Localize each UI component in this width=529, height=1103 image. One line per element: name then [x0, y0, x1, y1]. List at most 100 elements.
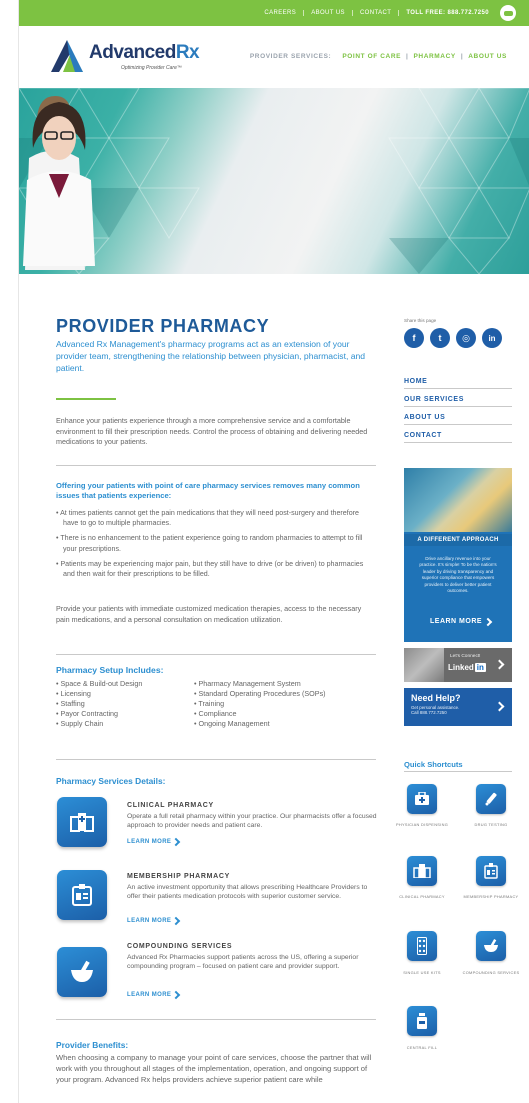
- share-label: Share this page: [404, 318, 437, 323]
- shortcut-label[interactable]: COMPOUNDING SERVICES: [461, 970, 521, 975]
- benefits-paragraph: When choosing a company to manage your p…: [56, 1053, 372, 1084]
- service-description: Operate a full retail pharmacy within yo…: [127, 813, 377, 830]
- pharmacist-foreground-image: [23, 102, 95, 266]
- intro-paragraph: Enhance your patients experience through…: [56, 416, 368, 446]
- section-divider: [56, 654, 376, 655]
- issues-list: • At times patients cannot get the pain …: [56, 508, 376, 584]
- chevron-right-icon: [494, 701, 505, 712]
- handshake-image: [404, 648, 444, 682]
- mortar-pestle-icon[interactable]: [476, 931, 506, 961]
- need-help-banner[interactable]: Need Help? Get personal assistance. Call …: [404, 688, 512, 726]
- building-icon[interactable]: [407, 856, 437, 886]
- contact-link[interactable]: CONTACT: [353, 10, 400, 16]
- id-badge-icon[interactable]: [476, 856, 506, 886]
- list-item: • Training: [194, 699, 225, 708]
- pill-pack-icon[interactable]: [407, 931, 437, 961]
- list-item: • Patients may be experiencing major pai…: [56, 559, 364, 579]
- list-item: • Supply Chain: [56, 719, 104, 728]
- section-divider: [56, 1019, 376, 1020]
- careers-link[interactable]: CAREERS: [257, 10, 305, 16]
- promo-text: Drive ancillary revenue into your practi…: [419, 556, 497, 594]
- sidebar-item-home[interactable]: HOME: [404, 378, 512, 389]
- quick-shortcuts-heading: Quick Shortcuts: [404, 760, 463, 769]
- nav-point-of-care[interactable]: POINT OF CARE: [337, 53, 406, 60]
- services-heading: Pharmacy Services Details:: [56, 776, 166, 786]
- service-title: COMPOUNDING SERVICES: [127, 943, 233, 950]
- service-description: An active investment opportunity that al…: [127, 884, 368, 901]
- chevron-right-icon: [494, 659, 505, 670]
- benefits-heading: Provider Benefits:: [56, 1040, 129, 1050]
- compounding-services-icon[interactable]: [57, 947, 107, 997]
- promo-title: A DIFFERENT APPROACH: [404, 534, 512, 546]
- chevron-right-icon: [172, 990, 181, 1000]
- sidebar-item-contact[interactable]: CONTACT: [404, 432, 512, 443]
- toll-free-phone[interactable]: TOLL FREE: 888.772.7250: [399, 10, 496, 16]
- help-phone: Call 888.772.7250: [411, 710, 447, 716]
- page-title: PROVIDER PHARMACY: [56, 316, 270, 336]
- logo-word-advanced: Advanced: [89, 42, 176, 63]
- sidebar-item-about-us[interactable]: ABOUT US: [404, 414, 512, 425]
- learn-more-link[interactable]: LEARN MORE: [127, 916, 181, 926]
- chat-icon[interactable]: [500, 5, 516, 21]
- list-item: • Ongoing Management: [194, 719, 270, 728]
- instagram-icon[interactable]: ◎: [456, 328, 476, 348]
- about-us-link[interactable]: ABOUT US: [304, 10, 353, 16]
- medical-kit-icon[interactable]: [407, 784, 437, 814]
- learn-more-link[interactable]: LEARN MORE: [127, 990, 181, 1000]
- title-divider: [56, 398, 116, 400]
- pill-organizer-image: [404, 468, 512, 532]
- setup-heading: Pharmacy Setup Includes:: [56, 665, 164, 675]
- sidebar-item-our-services[interactable]: OUR SERVICES: [404, 396, 512, 407]
- advancedrx-logo[interactable]: AdvancedRx Optimizing Provider Care™: [49, 36, 200, 78]
- shortcut-label[interactable]: DRUG TESTING: [461, 822, 521, 827]
- issues-heading: Offering your patients with point of car…: [56, 481, 360, 500]
- promo-learn-more-link[interactable]: LEARN MORE: [430, 617, 493, 626]
- logo-word-rx: Rx: [175, 42, 200, 63]
- list-item: • Space & Build-out Design: [56, 679, 143, 688]
- setup-list-left: • Space & Build-out Design • Licensing •…: [56, 679, 142, 729]
- linkedin-icon[interactable]: in: [482, 328, 502, 348]
- linkedin-logo: Linked in: [448, 663, 486, 672]
- list-item: • Payor Contracting: [56, 709, 119, 718]
- shortcut-label[interactable]: MEMBERSHIP PHARMACY: [461, 894, 521, 899]
- chevron-right-icon: [172, 916, 181, 926]
- site-header: AdvancedRx Optimizing Provider Care™ PRO…: [19, 26, 529, 88]
- nav-pharmacy[interactable]: PHARMACY: [408, 53, 460, 60]
- setup-list-right: • Pharmacy Management System • Standard …: [194, 679, 326, 729]
- shortcut-label[interactable]: CLINICAL PHARMACY: [392, 894, 452, 899]
- learn-more-link[interactable]: LEARN MORE: [127, 837, 181, 847]
- service-description: Advanced Rx Pharmacies support patients …: [127, 954, 359, 971]
- logo-mark-icon: [51, 40, 83, 72]
- main-nav: PROVIDER SERVICES: POINT OF CARE | PHARM…: [250, 53, 512, 60]
- membership-pharmacy-icon[interactable]: [57, 870, 107, 920]
- logo-tagline: Optimizing Provider Care™: [121, 65, 182, 71]
- page-frame: CAREERS ABOUT US CONTACT TOLL FREE: 888.…: [18, 0, 529, 1103]
- top-utility-bar: CAREERS ABOUT US CONTACT TOLL FREE: 888.…: [19, 0, 529, 26]
- list-item: • Standard Operating Procedures (SOPs): [194, 689, 326, 698]
- need-help-title: Need Help?: [411, 693, 461, 703]
- provide-paragraph: Provide your patients with immediate cus…: [56, 604, 362, 624]
- service-title: CLINICAL PHARMACY: [127, 802, 214, 809]
- list-item: • Compliance: [194, 709, 237, 718]
- nav-about-us[interactable]: ABOUT US: [463, 53, 512, 60]
- list-item: • At times patients cannot get the pain …: [56, 509, 359, 528]
- section-divider: [404, 771, 512, 772]
- lead-paragraph: Advanced Rx Management's pharmacy progra…: [56, 339, 366, 373]
- different-approach-promo[interactable]: A DIFFERENT APPROACH Drive ancillary rev…: [404, 468, 512, 642]
- chevron-right-icon: [172, 837, 181, 847]
- facebook-icon[interactable]: f: [404, 328, 424, 348]
- shortcut-label[interactable]: SINGLE USE KITS: [392, 970, 452, 975]
- list-item: • Pharmacy Management System: [194, 679, 301, 688]
- bottle-icon[interactable]: [407, 1006, 437, 1036]
- section-divider: [56, 759, 376, 760]
- twitter-icon[interactable]: t: [430, 328, 450, 348]
- clinical-pharmacy-icon[interactable]: [57, 797, 107, 847]
- shortcut-label[interactable]: CENTRAL FILL: [392, 1045, 452, 1050]
- dropper-icon[interactable]: [476, 784, 506, 814]
- provider-services-label: PROVIDER SERVICES:: [249, 53, 332, 60]
- shortcut-label[interactable]: PHYSICIAN DISPENSING: [392, 822, 452, 827]
- service-title: MEMBERSHIP PHARMACY: [127, 873, 231, 880]
- linkedin-connect-banner[interactable]: Let's Connect! Linked in: [404, 648, 512, 682]
- section-divider: [56, 465, 376, 466]
- list-item: • There is no enhancement to the patient…: [56, 534, 363, 553]
